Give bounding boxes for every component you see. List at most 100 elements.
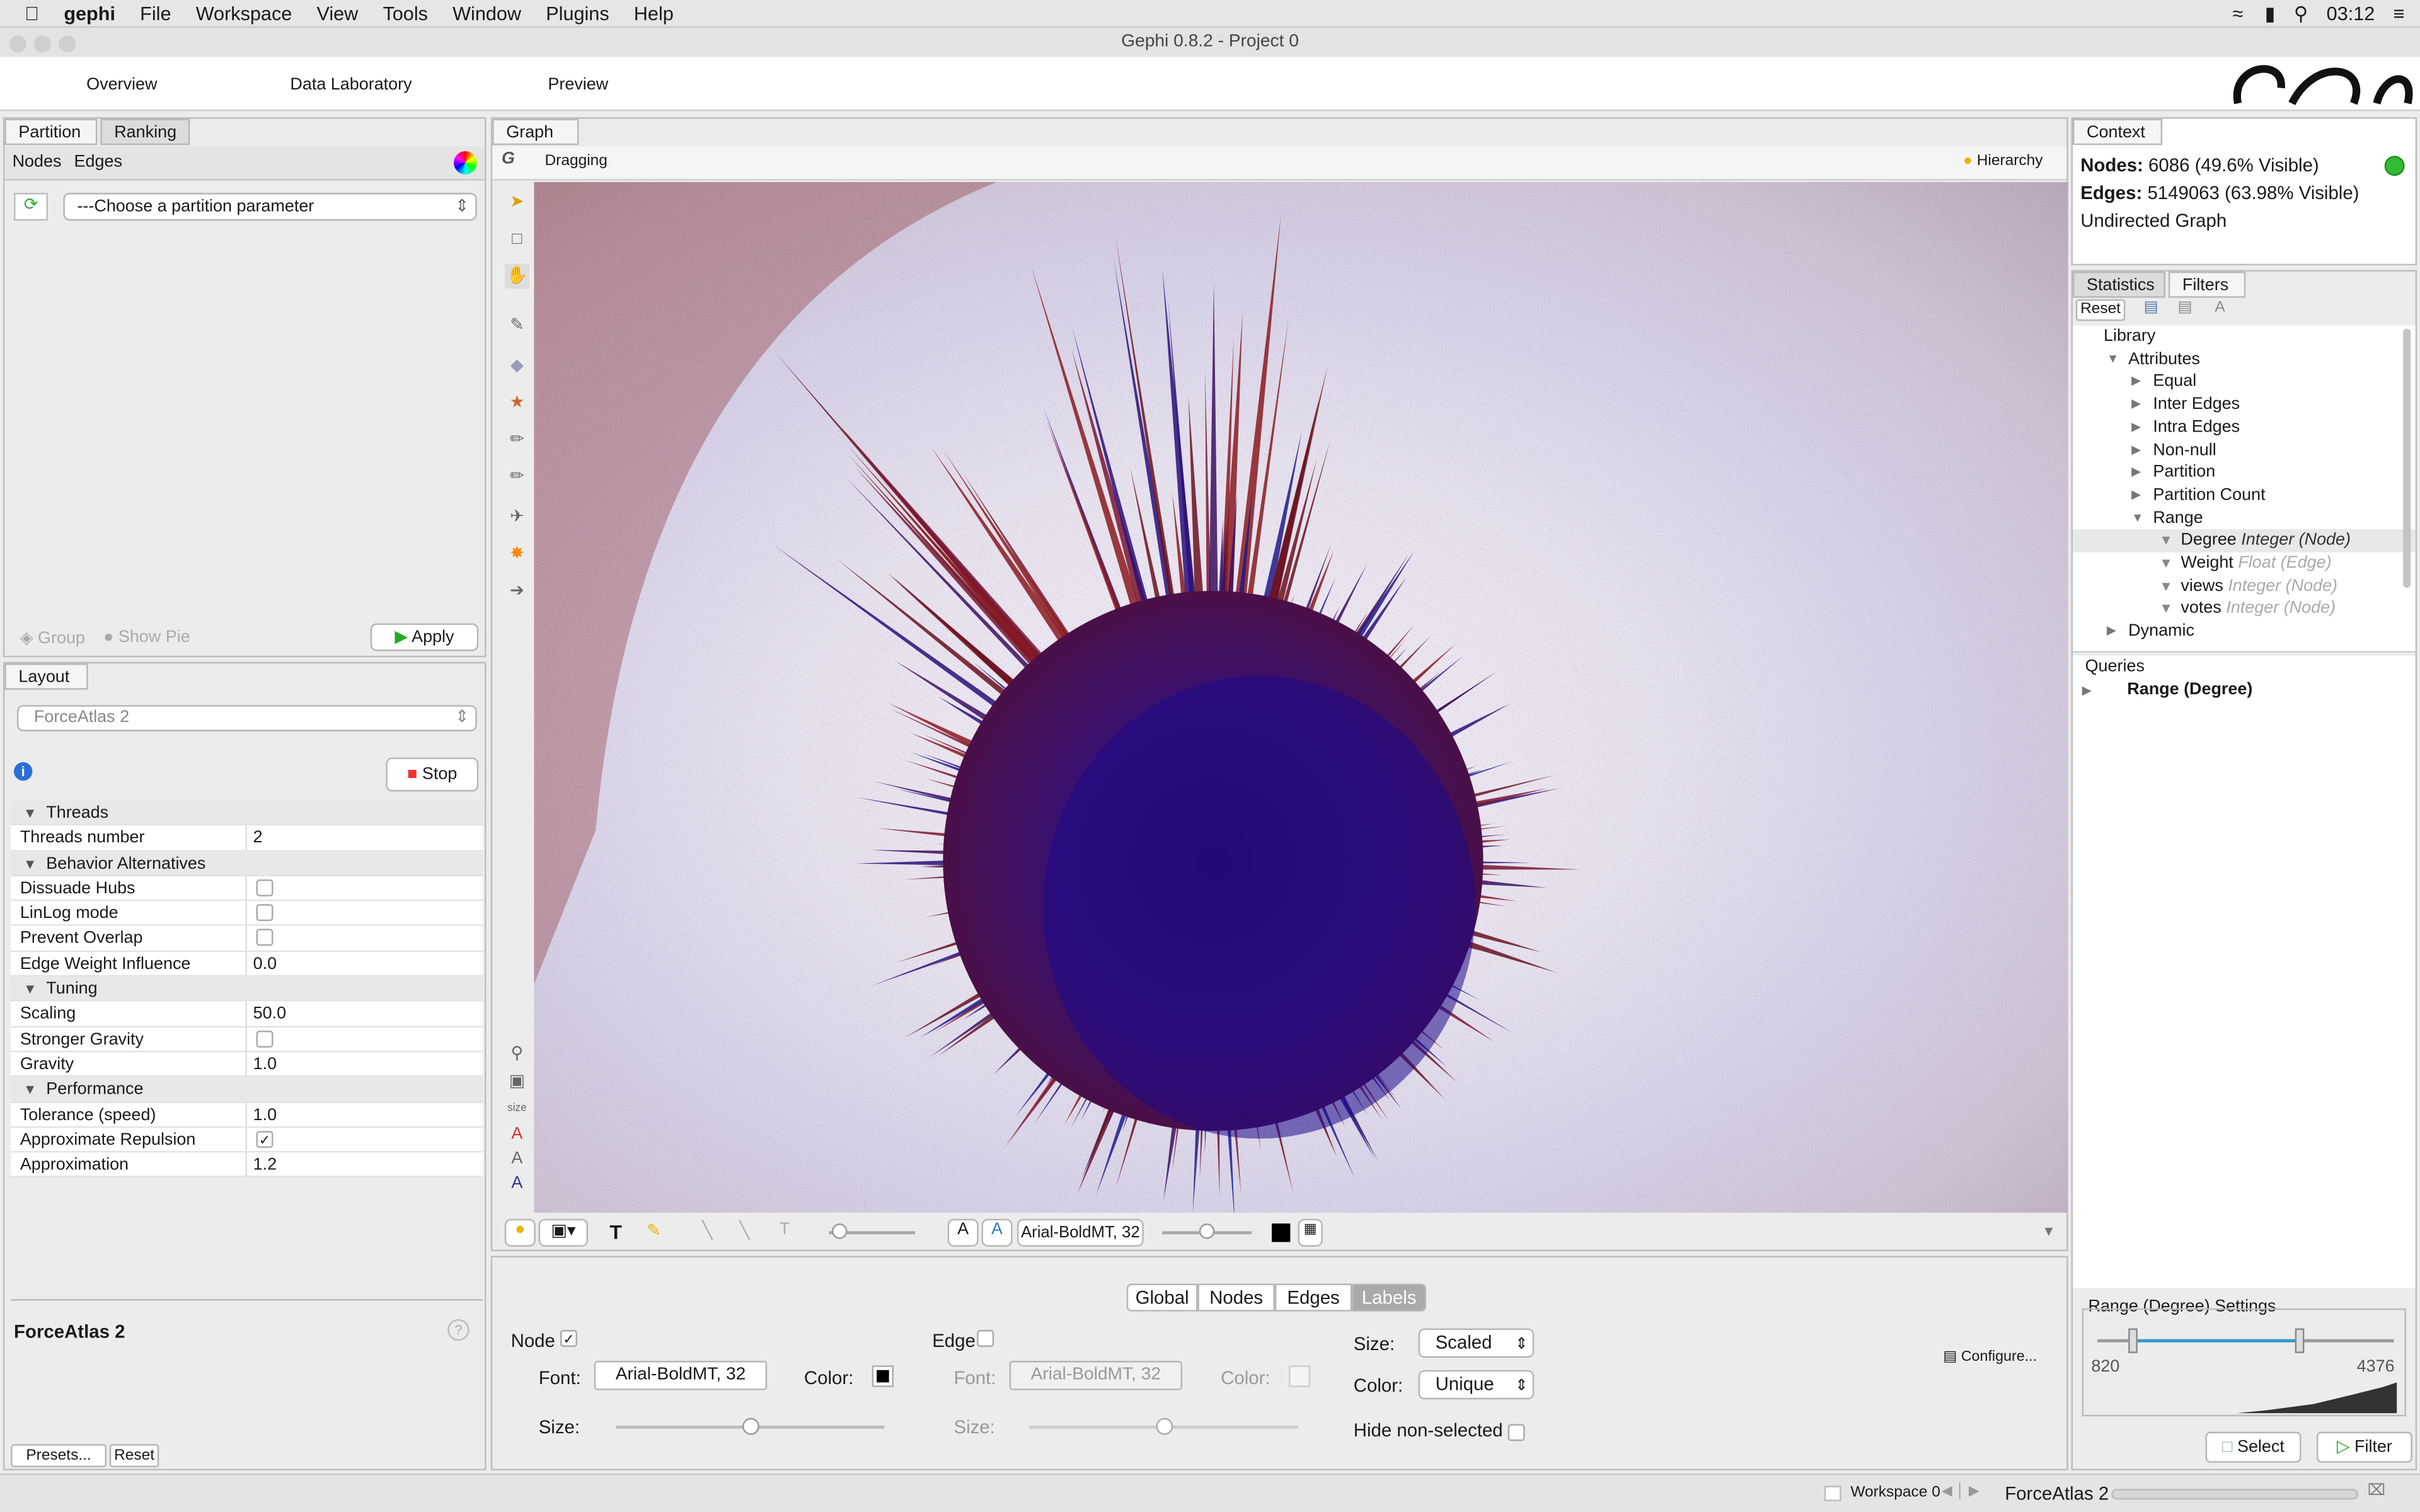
library-item[interactable]: ▼ views Integer (Node) — [2073, 575, 2416, 598]
expand-arrow-icon[interactable]: ▶ — [2131, 416, 2141, 439]
font-decrease-icon[interactable]: A — [947, 1218, 979, 1247]
edge-text-icon[interactable]: T — [780, 1220, 790, 1239]
edge-color-swatch[interactable] — [1288, 1365, 1311, 1387]
query-range-degree[interactable]: ▶ Range (Degree) — [2073, 679, 2416, 702]
background-color-icon[interactable]: ▣ — [505, 1069, 529, 1094]
property-category[interactable]: ▼ Threads — [11, 801, 483, 826]
menu-window[interactable]: Window — [441, 3, 534, 24]
library-item[interactable]: ▼ votes Integer (Node) — [2073, 598, 2416, 621]
screenshot-icon[interactable]: ▣▾ — [538, 1218, 589, 1247]
size-icon[interactable]: size — [505, 1097, 529, 1121]
expand-arrow-icon[interactable]: ▶ — [2131, 371, 2141, 394]
hierarchy-button[interactable]: ● Hierarchy — [1963, 152, 2043, 169]
property-value[interactable]: 1.0 — [245, 1052, 483, 1076]
tab-labels[interactable]: Labels — [1352, 1283, 1426, 1312]
subtab-nodes[interactable]: Nodes — [13, 152, 62, 171]
graph-canvas[interactable] — [534, 181, 2068, 1213]
label-size-slider[interactable] — [1162, 1223, 1252, 1239]
layout-algorithm-select[interactable]: ForceAtlas 2 ⇕ — [16, 705, 477, 731]
node-font-field[interactable]: Arial-BoldMT, 32 — [594, 1361, 768, 1390]
expand-arrow-icon[interactable]: ▶ — [2131, 462, 2141, 484]
tab-data-laboratory[interactable]: Data Laboratory — [290, 76, 412, 94]
workspace-label[interactable]: Workspace 0 — [1850, 1484, 1940, 1501]
tab-graph[interactable]: Graph — [492, 118, 579, 146]
library-item[interactable]: ▶ Partition — [2073, 462, 2416, 484]
menu-file[interactable]: File — [128, 3, 184, 24]
select-button[interactable]: □ Select — [2205, 1431, 2302, 1463]
edge-size-slider[interactable] — [1029, 1418, 1298, 1435]
battery-icon[interactable]: ▮ — [2265, 1, 2276, 25]
property-checkbox[interactable] — [256, 929, 274, 947]
expand-arrow-icon[interactable]: ▶ — [2107, 621, 2116, 643]
node-color-swatch[interactable] — [872, 1365, 894, 1387]
configure-button[interactable]: ▤ Configure... — [1943, 1348, 2037, 1365]
expand-arrow-icon[interactable]: ▶ — [2131, 484, 2141, 507]
scrollbar[interactable] — [2403, 328, 2411, 588]
property-checkbox[interactable]: ✓ — [256, 1130, 274, 1148]
library-item[interactable]: ▼ Range — [2073, 507, 2416, 530]
zoom-window-button[interactable] — [59, 35, 76, 53]
range-max-value[interactable]: 4376 — [2357, 1358, 2395, 1376]
color-palette-icon[interactable] — [454, 151, 477, 175]
tab-context[interactable]: Context — [2073, 118, 2163, 146]
text-toggle-icon[interactable]: T — [609, 1220, 621, 1244]
library-item[interactable]: ▶ Partition Count — [2073, 484, 2416, 507]
clock[interactable]: 03:12 — [2327, 3, 2375, 24]
diamond-icon[interactable]: ◆ — [505, 353, 529, 378]
pencil-icon[interactable]: ✏ — [505, 427, 529, 452]
tab-ranking[interactable]: Ranking — [100, 118, 190, 146]
collapse-arrow-icon[interactable]: ▼ — [11, 851, 46, 874]
search-icon[interactable]: ⚲ — [2294, 1, 2308, 25]
tab-preview[interactable]: Preview — [548, 76, 608, 94]
range-max-handle[interactable] — [2295, 1328, 2305, 1353]
node-labels-checkbox[interactable]: ✓ — [560, 1330, 577, 1347]
library-item[interactable]: ▼ Weight Float (Edge) — [2073, 553, 2416, 575]
edge-toggle-icon[interactable]: ╲ — [702, 1220, 712, 1240]
label-font-icon[interactable]: A — [505, 1171, 529, 1196]
export-filter-icon[interactable]: ▤ — [2178, 299, 2192, 316]
tab-nodes[interactable]: Nodes — [1197, 1283, 1275, 1312]
heat-icon[interactable]: ✸ — [505, 542, 529, 566]
menu-workspace[interactable]: Workspace — [183, 3, 304, 24]
expand-arrow-icon[interactable]: ▼ — [2107, 348, 2119, 371]
settings-icon[interactable]: ▦ — [1298, 1218, 1323, 1247]
library-item[interactable]: ▶ Inter Edges — [2073, 394, 2416, 416]
edge-scale-slider[interactable] — [829, 1223, 916, 1239]
property-category[interactable]: ▼ Tuning — [11, 976, 483, 1002]
presets-button[interactable]: Presets... — [11, 1444, 107, 1467]
expand-arrow-icon[interactable]: ▶ — [2131, 394, 2141, 416]
collapse-arrow-icon[interactable]: ▼ — [11, 1077, 46, 1101]
range-min-value[interactable]: 820 — [2091, 1358, 2119, 1376]
label-color-icon[interactable]: A — [505, 1121, 529, 1146]
property-value[interactable]: 2 — [245, 825, 483, 850]
property-checkbox[interactable] — [256, 879, 274, 896]
property-value[interactable]: 1.2 — [245, 1152, 483, 1177]
property-value[interactable] — [245, 926, 483, 951]
edge-color-icon[interactable]: ╲ — [739, 1220, 749, 1240]
property-checkbox[interactable] — [256, 1030, 274, 1048]
property-value[interactable] — [245, 876, 483, 900]
tab-partition[interactable]: Partition — [4, 118, 98, 146]
library-item[interactable]: ▼ Attributes — [2073, 348, 2416, 371]
library-item[interactable]: ▶ Non-null — [2073, 439, 2416, 462]
node-size-slider[interactable] — [616, 1418, 885, 1435]
apply-button[interactable]: ▶ Apply — [370, 623, 479, 651]
expand-arrow-icon[interactable]: ▶ — [2131, 439, 2141, 462]
refresh-icon[interactable]: ⟳ — [14, 193, 48, 221]
tab-edges[interactable]: Edges — [1274, 1283, 1352, 1312]
cursor-icon[interactable]: ➔ — [505, 578, 529, 603]
color-mode-select[interactable]: Unique ⇕ — [1418, 1370, 1535, 1400]
app-menu[interactable]: gephi — [52, 3, 128, 24]
range-min-handle[interactable] — [2128, 1328, 2138, 1353]
close-window-button[interactable] — [9, 35, 26, 53]
show-pie-toggle[interactable]: ● Show Pie — [103, 628, 190, 646]
expand-arrow-icon[interactable]: ▼ — [2131, 507, 2143, 530]
library-item[interactable]: ▶ Equal — [2073, 371, 2416, 394]
edge-pencil-icon[interactable]: ✏ — [505, 464, 529, 489]
property-checkbox[interactable] — [256, 904, 274, 922]
plane-icon[interactable]: ✈ — [505, 505, 529, 529]
tab-statistics[interactable]: Statistics — [2073, 272, 2165, 298]
save-filter-icon[interactable]: ▤ — [2144, 299, 2158, 316]
font-increase-icon[interactable]: A — [981, 1218, 1013, 1247]
library-item[interactable]: ▶ Dynamic — [2073, 621, 2416, 643]
